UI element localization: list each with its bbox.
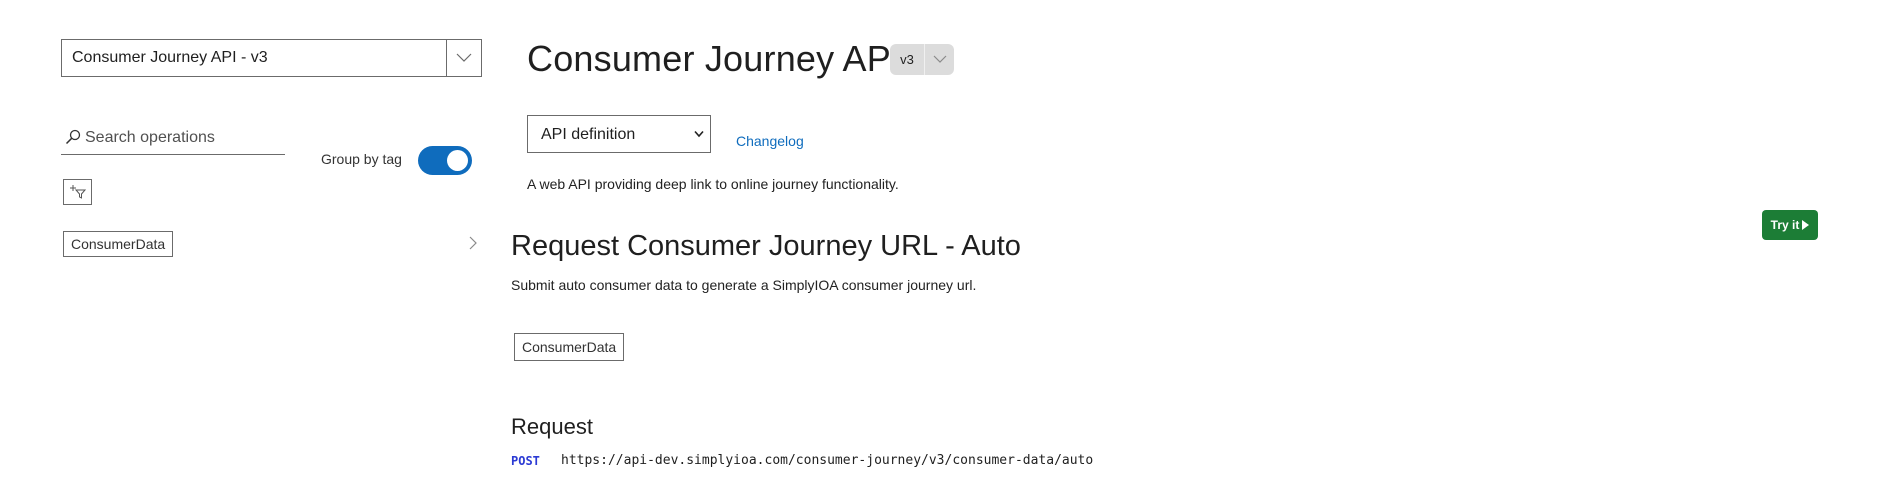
try-it-button[interactable]: Try it (1762, 210, 1818, 240)
toggle-knob (447, 150, 468, 171)
request-url: https://api-dev.simplyioa.com/consumer-j… (561, 453, 1094, 468)
operation-tag[interactable]: ConsumerData (514, 333, 625, 361)
tag-consumerdata[interactable]: ConsumerData (63, 231, 174, 257)
version-label: v3 (890, 44, 925, 75)
version-dropdown-toggle[interactable] (925, 44, 954, 75)
try-it-label: Try it (1770, 218, 1800, 232)
operation-description: Submit auto consumer data to generate a … (511, 277, 977, 293)
chevron-down-icon (456, 53, 472, 62)
search-icon (65, 129, 81, 145)
search-input[interactable] (85, 126, 280, 150)
chevron-down-icon (933, 55, 946, 63)
api-selector-value: Consumer Journey API - v3 (72, 49, 268, 66)
operation-title: Request Consumer Journey URL - Auto (511, 230, 1021, 262)
api-selector-toggle[interactable] (446, 40, 481, 76)
definition-select-value: API definition (541, 126, 636, 143)
group-by-tag-toggle[interactable] (418, 146, 472, 175)
definition-select[interactable]: API definition (527, 115, 711, 153)
filter-button[interactable] (63, 179, 92, 205)
chevron-right-icon[interactable] (467, 235, 479, 251)
api-title: Consumer Journey API (527, 38, 902, 79)
add-filter-icon (69, 185, 86, 199)
request-heading: Request (511, 414, 593, 439)
api-description: A web API providing deep link to online … (527, 176, 899, 192)
group-by-tag-label: Group by tag (321, 151, 402, 167)
caret-down-icon (694, 130, 704, 138)
version-selector[interactable]: v3 (890, 44, 954, 75)
play-icon (1802, 220, 1810, 230)
api-selector[interactable]: Consumer Journey API - v3 (61, 39, 482, 77)
http-method: POST (511, 454, 540, 468)
search-box[interactable] (61, 124, 285, 155)
changelog-link[interactable]: Changelog (736, 133, 804, 149)
